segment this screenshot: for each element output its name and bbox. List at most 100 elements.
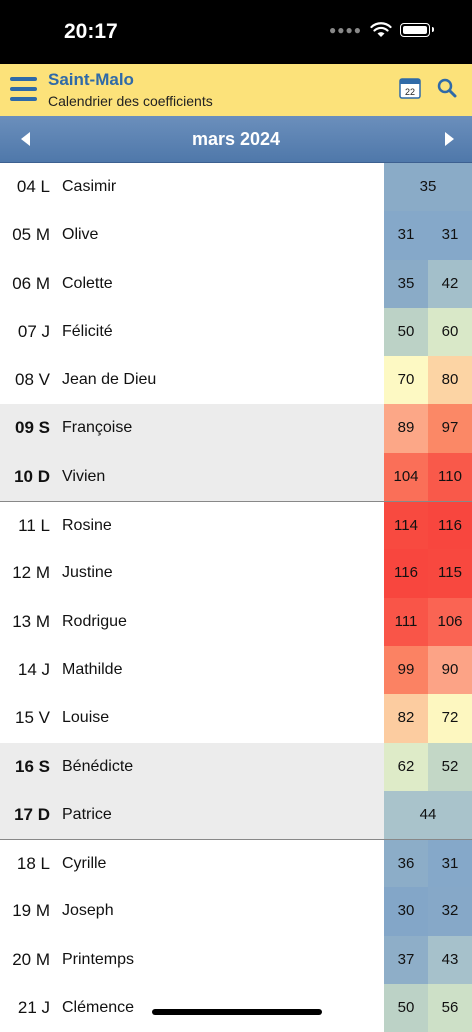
coefficient-cell: 60 (428, 307, 472, 357)
list-item[interactable]: 10 D Vivien 104 110 (0, 452, 472, 502)
day-list[interactable]: 04 L Casimir 35 05 M Olive 31 31 06 M Colette 35 4… (0, 163, 472, 1032)
list-item[interactable]: 14 J Mathilde 99 90 (0, 645, 472, 695)
saint-name: Cyrille (62, 855, 107, 873)
coefficient-cell: 62 (384, 742, 428, 791)
coefficient-cell: 35 (384, 163, 472, 212)
header-titles: Saint-Malo Calendrier des coefficients (48, 70, 213, 109)
coefficient-cell: 111 (384, 597, 428, 646)
coefficient-cell: 50 (384, 307, 428, 357)
saint-name: Colette (62, 274, 113, 292)
coefficient-cell: 42 (428, 259, 472, 308)
day-label: 05 M (12, 225, 50, 245)
coefficient-cell: 52 (428, 742, 472, 791)
coefficients: 89 97 (384, 404, 472, 453)
coefficient-cell: 90 (428, 645, 472, 695)
list-item[interactable]: 07 J Félicité 50 60 (0, 307, 472, 357)
coefficient-cell: 50 (384, 984, 428, 1032)
coefficient-cell: 44 (384, 790, 472, 840)
day-label: 06 M (12, 273, 50, 293)
list-item[interactable]: 19 M Joseph 30 32 (0, 887, 472, 936)
coefficients: 114 116 (384, 502, 472, 550)
coefficient-cell: 97 (428, 404, 472, 453)
day-label: 12 M (12, 563, 50, 583)
day-label: 16 S (15, 756, 50, 776)
day-label: 20 M (12, 949, 50, 969)
coefficient-cell: 32 (428, 887, 472, 936)
coefficient-cell: 31 (384, 211, 428, 260)
coefficient-cell: 82 (384, 694, 428, 743)
page-title: Saint-Malo (48, 70, 134, 89)
list-item[interactable]: 06 M Colette 35 42 (0, 259, 472, 308)
page-subtitle: Calendrier des coefficients (48, 93, 213, 109)
svg-text:22: 22 (405, 87, 415, 97)
day-label: 08 V (15, 370, 50, 390)
day-label: 14 J (17, 659, 50, 679)
saint-name: Rosine (62, 517, 112, 535)
coefficient-cell: 31 (428, 840, 472, 888)
search-icon[interactable] (437, 78, 457, 98)
list-item[interactable]: 05 M Olive 31 31 (0, 211, 472, 260)
menu-button[interactable] (10, 75, 38, 103)
day-label: 07 J (17, 321, 50, 341)
list-item[interactable]: 16 S Bénédicte 62 52 (0, 742, 472, 791)
saint-name: Louise (62, 709, 110, 727)
list-item[interactable]: 17 D Patrice 44 (0, 790, 472, 840)
coefficient-cell: 80 (428, 356, 472, 405)
coefficient-cell: 35 (384, 259, 428, 308)
list-item[interactable]: 09 S Françoise 89 97 (0, 404, 472, 453)
list-item[interactable]: 15 V Louise 82 72 (0, 694, 472, 743)
list-item[interactable]: 04 L Casimir 35 (0, 163, 472, 212)
coefficient-cell: 116 (428, 502, 472, 550)
signal-icon: ●●●● (329, 23, 362, 37)
coefficients: 44 (384, 790, 472, 840)
day-label: 11 L (18, 516, 50, 536)
coefficient-cell: 116 (384, 549, 428, 598)
next-month-icon[interactable] (440, 130, 458, 148)
day-label: 19 M (12, 901, 50, 921)
list-item[interactable]: 20 M Printemps 37 43 (0, 935, 472, 985)
coefficient-cell: 115 (428, 549, 472, 598)
saint-name: Félicité (62, 322, 113, 340)
saint-name: Patrice (62, 805, 112, 823)
status-bar: 20:17 ●●●● (0, 0, 472, 64)
list-item[interactable]: 18 L Cyrille 36 31 (0, 839, 472, 888)
coefficient-cell: 72 (428, 694, 472, 743)
coefficients: 50 56 (384, 984, 472, 1032)
coefficient-cell: 106 (428, 597, 472, 646)
saint-name: Françoise (62, 419, 133, 437)
day-label: 13 M (12, 611, 50, 631)
coefficients: 35 (384, 163, 472, 212)
day-label: 17 D (14, 804, 50, 824)
list-item[interactable]: 11 L Rosine 114 116 (0, 501, 472, 550)
day-label: 04 L (16, 177, 50, 196)
saint-name: Mathilde (62, 660, 123, 678)
coefficient-cell: 36 (384, 840, 428, 888)
calendar-icon[interactable]: 22 (399, 77, 421, 99)
list-item[interactable]: 12 M Justine 116 115 (0, 549, 472, 598)
coefficient-cell: 110 (428, 452, 472, 502)
saint-name: Vivien (62, 467, 106, 485)
saint-name: Rodrigue (62, 612, 127, 630)
coefficient-cell: 56 (428, 984, 472, 1032)
coefficients: 37 43 (384, 935, 472, 985)
coefficient-cell: 114 (384, 502, 428, 550)
coefficient-cell: 37 (384, 935, 428, 985)
saint-name: Justine (62, 564, 113, 582)
saint-name: Casimir (62, 178, 117, 195)
coefficients: 82 72 (384, 694, 472, 743)
coefficient-cell: 99 (384, 645, 428, 695)
coefficients: 35 42 (384, 259, 472, 308)
list-item[interactable]: 13 M Rodrigue 111 106 (0, 597, 472, 646)
saint-name: Bénédicte (62, 757, 134, 775)
coefficients: 30 32 (384, 887, 472, 936)
list-item[interactable]: 08 V Jean de Dieu 70 80 (0, 356, 472, 405)
saint-name: Joseph (62, 902, 114, 920)
saint-name: Olive (62, 226, 99, 244)
coefficients: 31 31 (384, 211, 472, 260)
coefficients: 62 52 (384, 742, 472, 791)
coefficient-cell: 104 (384, 452, 428, 502)
home-indicator (152, 1009, 322, 1015)
day-label: 09 S (15, 418, 50, 438)
coefficients: 99 90 (384, 645, 472, 695)
coefficients: 104 110 (384, 452, 472, 502)
